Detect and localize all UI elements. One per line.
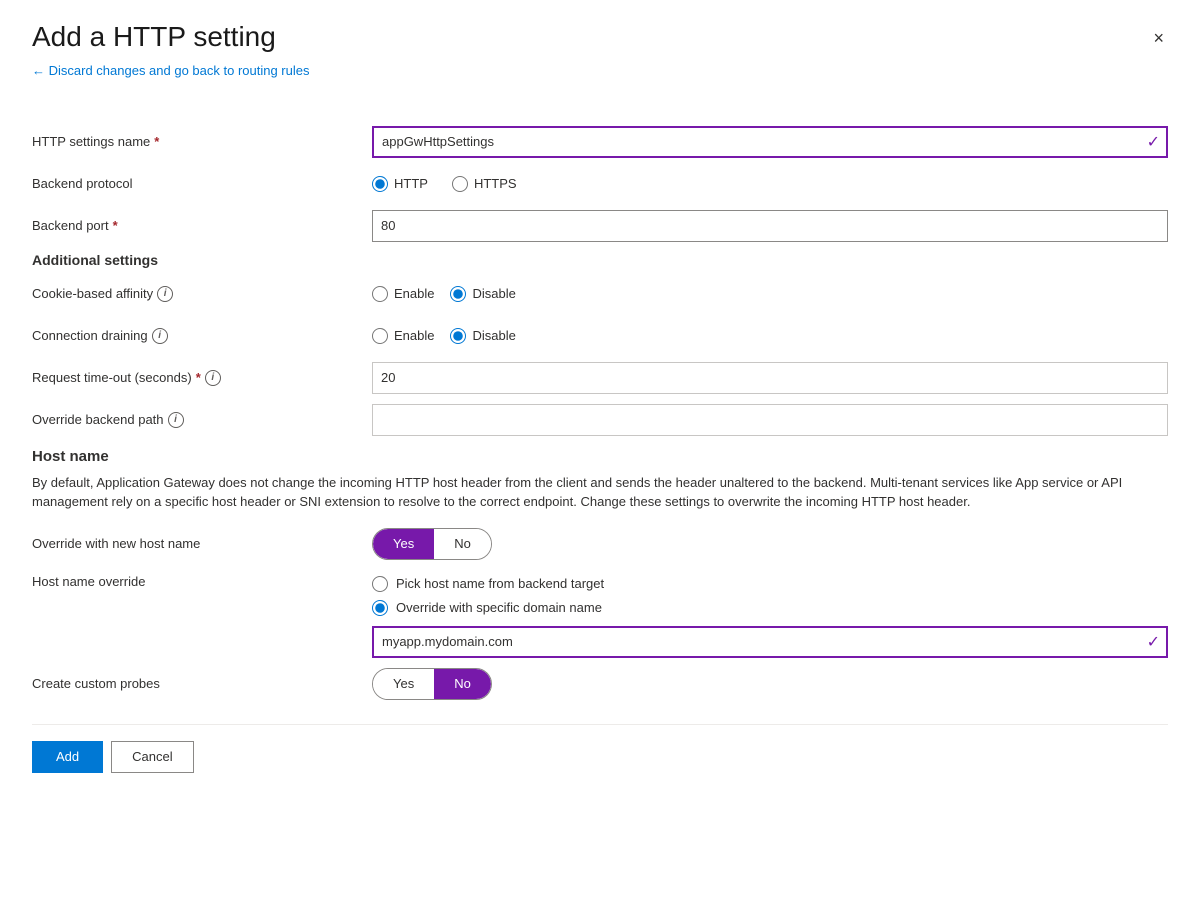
back-link[interactable]: ← Discard changes and go back to routing…	[32, 63, 310, 78]
override-specific-domain-option[interactable]: Override with specific domain name	[372, 600, 604, 616]
cookie-affinity-label: Cookie-based affinity i	[32, 286, 372, 302]
cookie-affinity-disable-option[interactable]: Disable	[450, 286, 515, 302]
override-specific-domain-radio[interactable]	[372, 600, 388, 616]
connection-draining-disable-radio[interactable]	[450, 328, 466, 344]
host-name-override-row: Host name override Pick host name from b…	[32, 570, 1168, 616]
http-settings-name-label: HTTP settings name *	[32, 134, 372, 149]
host-name-heading: Host name	[32, 448, 1168, 465]
domain-name-row: ✓	[32, 626, 1168, 658]
protocol-https-option[interactable]: HTTPS	[452, 176, 517, 192]
request-timeout-info-icon[interactable]: i	[205, 370, 221, 386]
pick-host-name-option[interactable]: Pick host name from backend target	[372, 576, 604, 592]
cancel-button[interactable]: Cancel	[111, 741, 193, 773]
override-host-name-no-button[interactable]: No	[434, 529, 491, 559]
cookie-affinity-disable-radio[interactable]	[450, 286, 466, 302]
domain-name-input[interactable]	[372, 626, 1168, 658]
override-backend-path-input[interactable]	[372, 404, 1168, 436]
protocol-http-option[interactable]: HTTP	[372, 176, 428, 192]
override-host-name-yes-button[interactable]: Yes	[373, 529, 434, 559]
http-settings-name-input[interactable]	[372, 126, 1168, 158]
request-timeout-label: Request time-out (seconds) * i	[32, 370, 372, 386]
host-name-description: By default, Application Gateway does not…	[32, 473, 1132, 512]
connection-draining-enable-option[interactable]: Enable	[372, 328, 434, 344]
domain-check-mark-icon: ✓	[1147, 632, 1160, 652]
override-host-name-row: Override with new host name Yes No	[32, 528, 1168, 560]
create-custom-probes-yes-button[interactable]: Yes	[373, 669, 434, 699]
cookie-affinity-enable-label: Enable	[394, 286, 434, 301]
footer-divider	[32, 724, 1168, 725]
panel-header: Add a HTTP setting ×	[32, 20, 1168, 54]
add-button[interactable]: Add	[32, 741, 103, 773]
cookie-affinity-row: Cookie-based affinity i Enable Disable	[32, 278, 1168, 310]
request-timeout-row: Request time-out (seconds) * i	[32, 362, 1168, 394]
backend-protocol-row: Backend protocol HTTP HTTPS	[32, 168, 1168, 200]
request-timeout-input[interactable]	[372, 362, 1168, 394]
additional-settings-heading: Additional settings	[32, 252, 1168, 268]
override-backend-path-row: Override backend path i	[32, 404, 1168, 436]
backend-port-input[interactable]	[372, 210, 1168, 242]
add-http-setting-panel: Add a HTTP setting × ← Discard changes a…	[0, 0, 1200, 908]
connection-draining-disable-option[interactable]: Disable	[450, 328, 515, 344]
create-custom-probes-toggle: Yes No	[372, 668, 492, 700]
cookie-affinity-info-icon[interactable]: i	[157, 286, 173, 302]
connection-draining-row: Connection draining i Enable Disable	[32, 320, 1168, 352]
panel-title: Add a HTTP setting	[32, 20, 276, 54]
footer-buttons: Add Cancel	[32, 741, 1168, 773]
protocol-http-radio[interactable]	[372, 176, 388, 192]
connection-draining-label: Connection draining i	[32, 328, 372, 344]
http-settings-name-row: HTTP settings name * ✓	[32, 126, 1168, 158]
cookie-affinity-enable-option[interactable]: Enable	[372, 286, 434, 302]
cookie-affinity-enable-radio[interactable]	[372, 286, 388, 302]
backend-protocol-label: Backend protocol	[32, 176, 372, 191]
protocol-https-label: HTTPS	[474, 176, 517, 191]
cookie-affinity-disable-label: Disable	[472, 286, 515, 301]
create-custom-probes-row: Create custom probes Yes No	[32, 668, 1168, 700]
host-name-override-label: Host name override	[32, 570, 372, 589]
override-specific-domain-label: Override with specific domain name	[396, 600, 602, 615]
connection-draining-enable-label: Enable	[394, 328, 434, 343]
connection-draining-enable-radio[interactable]	[372, 328, 388, 344]
override-backend-path-info-icon[interactable]: i	[168, 412, 184, 428]
host-name-override-options: Pick host name from backend target Overr…	[372, 576, 604, 616]
required-marker: *	[154, 134, 159, 149]
pick-host-name-label: Pick host name from backend target	[396, 576, 604, 591]
override-backend-path-label: Override backend path i	[32, 412, 372, 428]
check-mark-icon: ✓	[1147, 132, 1160, 152]
protocol-https-radio[interactable]	[452, 176, 468, 192]
backend-port-label: Backend port *	[32, 218, 372, 233]
close-button[interactable]: ×	[1149, 24, 1168, 53]
backend-port-row: Backend port *	[32, 210, 1168, 242]
host-name-section: Host name By default, Application Gatewa…	[32, 448, 1168, 700]
connection-draining-disable-label: Disable	[472, 328, 515, 343]
pick-host-name-radio[interactable]	[372, 576, 388, 592]
override-host-name-toggle: Yes No	[372, 528, 492, 560]
override-host-name-label: Override with new host name	[32, 536, 372, 551]
protocol-http-label: HTTP	[394, 176, 428, 191]
create-custom-probes-label: Create custom probes	[32, 676, 372, 691]
create-custom-probes-no-button[interactable]: No	[434, 669, 491, 699]
connection-draining-info-icon[interactable]: i	[152, 328, 168, 344]
